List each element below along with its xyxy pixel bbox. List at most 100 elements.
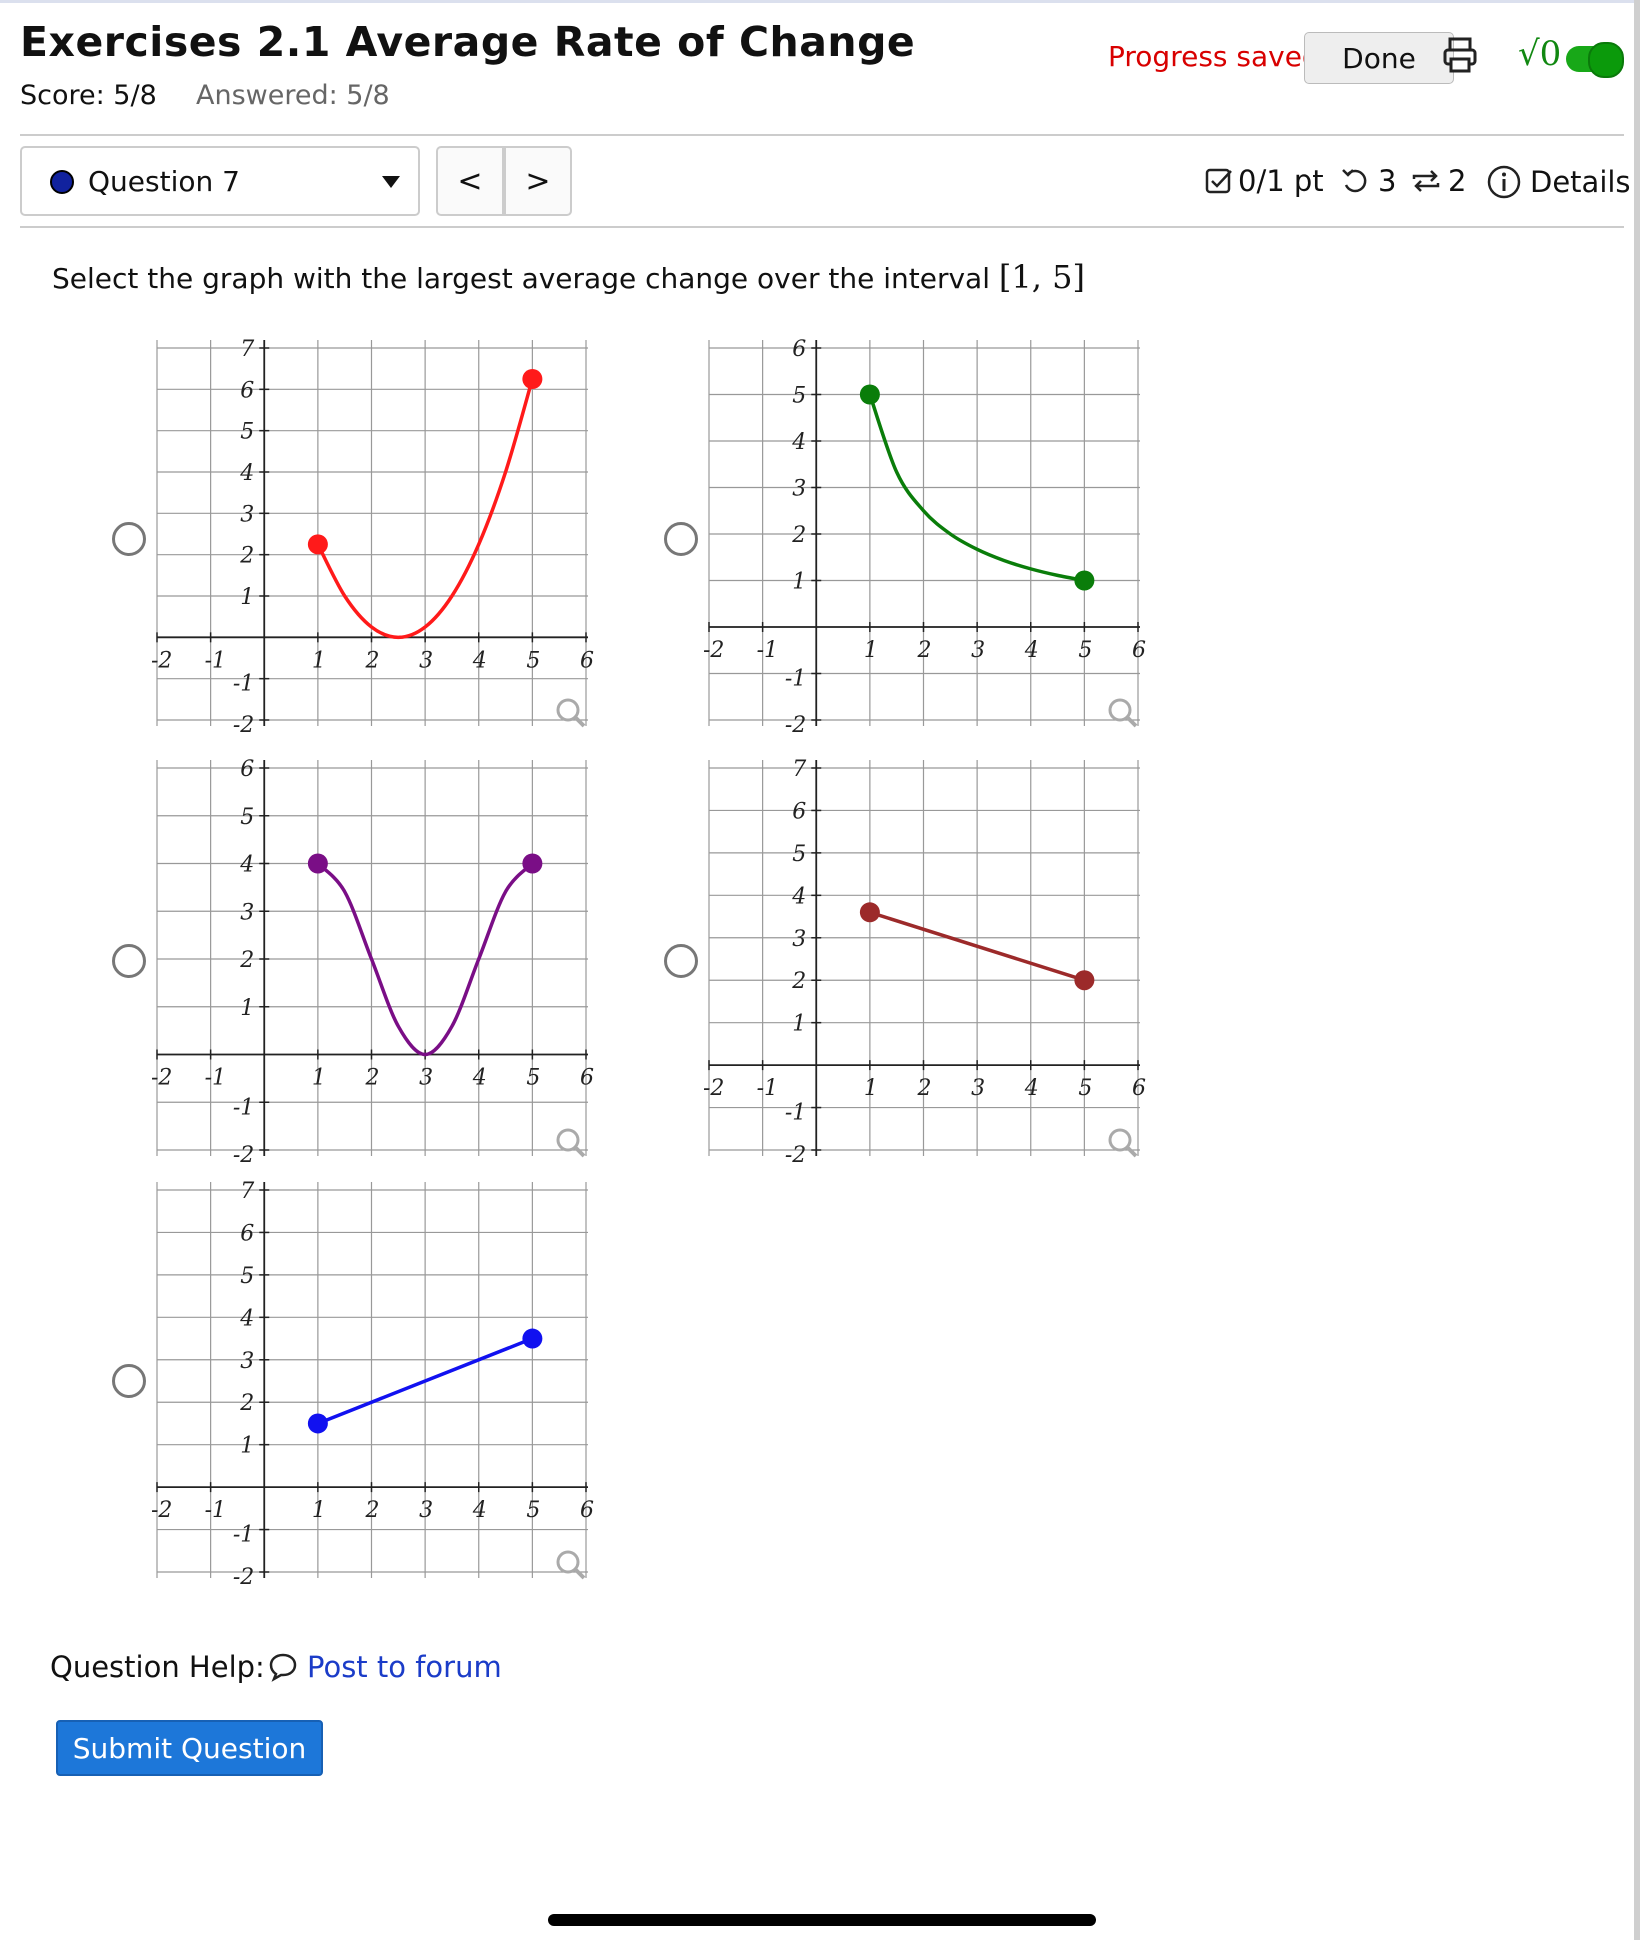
y-tick-label: 1: [792, 1012, 806, 1037]
x-tick-label: 2: [365, 648, 380, 673]
y-tick-label: 2: [239, 544, 254, 569]
endpoint-dot: [522, 369, 543, 389]
y-tick-label: 6: [792, 338, 806, 362]
x-tick-label: 4: [472, 648, 487, 673]
y-tick-label: 1: [240, 996, 254, 1021]
radio-option-a[interactable]: [112, 522, 146, 556]
y-tick-label: -2: [785, 1143, 806, 1168]
x-tick-label: 6: [580, 1066, 594, 1091]
y-tick-label: 7: [240, 1180, 254, 1204]
done-button[interactable]: Done: [1304, 32, 1454, 84]
scrollbar[interactable]: [1634, 0, 1640, 1940]
math-entry-badge: √0: [1518, 34, 1562, 74]
x-tick-label: 6: [580, 648, 594, 673]
y-tick-label: 7: [240, 338, 254, 362]
x-tick-label: 4: [472, 1498, 487, 1523]
endpoint-dot: [307, 534, 328, 555]
question-prompt: Select the graph with the largest averag…: [52, 258, 1085, 296]
y-tick-label: 1: [792, 570, 806, 595]
y-tick-label: 3: [792, 477, 806, 502]
x-tick-label: 5: [526, 1498, 540, 1523]
y-tick-label: 6: [792, 799, 806, 824]
question-selector[interactable]: Question 7: [20, 146, 420, 216]
magnifier-icon[interactable]: [556, 698, 586, 728]
radio-option-c[interactable]: [112, 944, 146, 978]
next-question-button[interactable]: >: [504, 146, 572, 216]
y-tick-label: 3: [240, 1349, 254, 1374]
points-indicator: 0/1 pt: [1204, 164, 1324, 198]
graph-option-c: -2 -1 1 2 3 4 5 6 6 5 4 3 2 1 -1 -2: [152, 758, 594, 1168]
y-tick-label: 4: [791, 430, 806, 455]
prev-question-button[interactable]: <: [436, 146, 504, 216]
x-tick-label: 6: [1132, 638, 1146, 663]
x-tick-label: -2: [152, 1498, 172, 1523]
attempts-count: 2: [1448, 164, 1467, 198]
y-tick-label: -2: [785, 713, 806, 738]
attempts-indicator: 2: [1410, 164, 1466, 198]
y-tick-label: 5: [240, 805, 254, 830]
y-tick-label: 2: [791, 969, 806, 994]
score-text: Score: 5/8: [20, 80, 157, 111]
home-indicator: [548, 1914, 1096, 1926]
endpoint-dot: [859, 902, 880, 923]
endpoint-dot: [1074, 570, 1095, 591]
radio-option-b[interactable]: [664, 522, 698, 556]
endpoint-dot: [1074, 970, 1095, 991]
x-tick-label: 1: [864, 638, 878, 663]
x-tick-label: 2: [365, 1066, 380, 1091]
x-tick-label: 5: [526, 648, 540, 673]
x-tick-label: -1: [757, 1076, 778, 1101]
y-tick-label: 6: [240, 758, 254, 782]
undo-icon: [1342, 169, 1367, 193]
y-tick-label: 2: [239, 948, 254, 973]
repeat-icon: [1412, 170, 1440, 192]
graph-option-b: -2 -1 1 2 3 4 5 6 6 5 4 3 2 1 -1 -2: [704, 338, 1146, 738]
y-tick-label: 4: [791, 884, 806, 909]
chevron-down-icon: [382, 176, 400, 188]
y-tick-label: -2: [233, 1143, 254, 1168]
y-tick-label: 6: [240, 1221, 254, 1246]
toggle-knob[interactable]: [1588, 42, 1624, 78]
submit-question-button[interactable]: Submit Question: [56, 1720, 323, 1776]
x-tick-label: 2: [917, 1076, 932, 1101]
y-tick-label: -1: [233, 1523, 254, 1548]
y-tick-label: 4: [239, 461, 254, 486]
endpoint-dot: [522, 1328, 543, 1349]
magnifier-icon[interactable]: [1108, 1128, 1138, 1158]
x-tick-label: 1: [864, 1076, 878, 1101]
checkbox-icon: [1205, 168, 1232, 194]
x-tick-label: 3: [419, 1066, 433, 1091]
y-tick-label: 5: [240, 420, 254, 445]
x-tick-label: 1: [312, 1498, 326, 1523]
details-button[interactable]: Details: [1486, 164, 1631, 200]
top-border: [0, 0, 1640, 3]
radio-option-d[interactable]: [664, 944, 698, 978]
printer-icon[interactable]: [1442, 36, 1478, 80]
y-tick-label: 2: [239, 1391, 254, 1416]
x-tick-label: 6: [580, 1498, 594, 1523]
post-to-forum-link[interactable]: Post to forum: [307, 1650, 502, 1684]
retries-count: 3: [1378, 164, 1397, 198]
y-tick-label: 1: [240, 1434, 254, 1459]
y-tick-label: 3: [240, 502, 254, 527]
speech-bubble-icon: [269, 1653, 297, 1682]
divider: [20, 134, 1624, 136]
x-tick-label: 5: [1078, 638, 1092, 663]
x-tick-label: 5: [1078, 1076, 1092, 1101]
magnifier-icon[interactable]: [556, 1128, 586, 1158]
status-dot-icon: [50, 170, 74, 194]
radio-option-e[interactable]: [112, 1364, 146, 1398]
magnifier-icon[interactable]: [556, 1550, 586, 1580]
magnifier-icon[interactable]: [1108, 698, 1138, 728]
endpoint-dot: [307, 853, 328, 874]
x-tick-label: 1: [312, 1066, 326, 1091]
x-tick-label: -1: [757, 638, 778, 663]
x-tick-label: 3: [419, 1498, 433, 1523]
x-tick-label: -2: [152, 648, 172, 673]
graph-option-e: -2 -1 1 2 3 4 5 6 7 6 5 4 3 2 1 -1 -2: [152, 1180, 594, 1590]
endpoint-dot: [522, 853, 543, 874]
x-tick-label: -2: [152, 1066, 172, 1091]
x-tick-label: 5: [526, 1066, 540, 1091]
y-tick-label: -2: [233, 713, 254, 738]
x-tick-label: 2: [365, 1498, 380, 1523]
